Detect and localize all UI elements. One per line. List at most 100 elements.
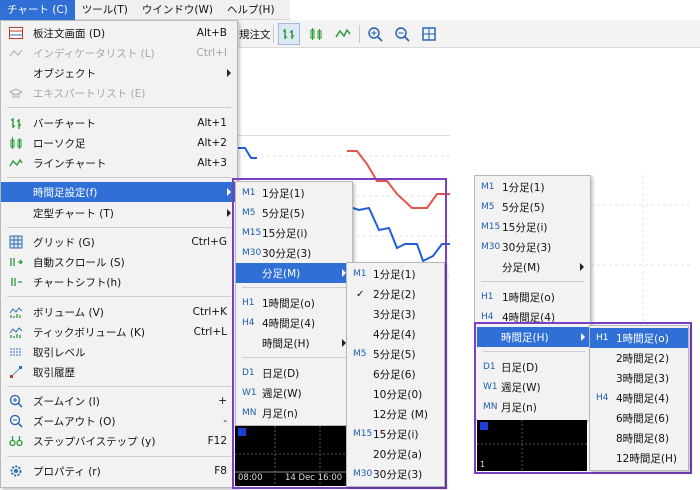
menu-item-label: ラインチャート <box>33 157 107 170</box>
candlestick-icon <box>310 28 322 40</box>
menu-chart[interactable]: チャート (C) <box>0 0 75 20</box>
menu-item-1min[interactable]: M1 1分足(1) <box>347 264 444 284</box>
menu-item-label: プロパティ (r) <box>33 465 101 478</box>
menu-item-label: 1分足(1) <box>262 187 305 200</box>
menu-item-d1[interactable]: D1 日足(D) <box>477 357 591 377</box>
menu-item-m1[interactable]: M1 1分足(1) <box>475 177 590 197</box>
line-chart-button[interactable] <box>332 23 354 45</box>
menu-item-tick-volume[interactable]: ティックボリューム (K) Ctrl+L <box>1 322 237 342</box>
menu-item-8hour[interactable]: 8時間足(8) <box>590 428 688 448</box>
menu-item-m30[interactable]: M30 30分足(3) <box>475 237 590 257</box>
menu-help[interactable]: ヘルプ(H) <box>220 0 282 20</box>
menu-item-timeframe-settings[interactable]: 時間足設定(f) <box>1 182 237 202</box>
menu-item-shortcut: F8 <box>214 465 227 477</box>
menu-item-w1[interactable]: W1 週足(W) <box>236 383 352 403</box>
menu-item-4hour[interactable]: H4 4時間足(4) <box>590 388 688 408</box>
menu-item-chart-shift[interactable]: チャートシフト(h) <box>1 272 237 292</box>
menu-item-order-book[interactable]: 板注文画面 (D) Alt+B <box>1 23 237 43</box>
menu-item-m1[interactable]: M1 1分足(1) <box>236 183 352 203</box>
menu-item-15min[interactable]: M15 15分足(i) <box>347 424 444 444</box>
menu-item-zoom-in[interactable]: ズームイン (I) + <box>1 391 237 411</box>
zoom-out-button[interactable] <box>391 23 413 45</box>
menu-item-indicator-list[interactable]: インディケータリスト (L) Ctrl+I <box>1 43 237 63</box>
menu-item-label: 2分足(2) <box>373 288 416 301</box>
menu-item-mn[interactable]: MN 月足(n) <box>236 403 352 423</box>
menu-item-mn[interactable]: MN 月足(n) <box>477 397 591 417</box>
menu-item-step-by-step[interactable]: ステップバイステップ (y) F12 <box>1 431 237 451</box>
menu-item-30min[interactable]: M30 30分足(3) <box>347 464 444 484</box>
menu-item-2hour[interactable]: 2時間足(2) <box>590 348 688 368</box>
zoom-out-icon <box>395 27 410 42</box>
candlestick-button[interactable] <box>305 23 327 45</box>
menu-item-m30[interactable]: M30 30分足(3) <box>236 243 352 263</box>
time-axis-label: 1 <box>480 460 486 469</box>
menu-item-bar-chart[interactable]: バーチャート Alt+1 <box>1 113 237 133</box>
menu-item-label: 分足(M) <box>262 267 301 280</box>
step-icon <box>8 434 24 448</box>
menu-item-label: 2時間足(2) <box>616 352 670 365</box>
menu-item-10min[interactable]: 10分足(0) <box>347 384 444 404</box>
menu-item-candlestick[interactable]: ローソク足 Alt+2 <box>1 133 237 153</box>
menu-item-label: ズームアウト (O) <box>33 415 116 428</box>
new-order-label[interactable]: 規注文 <box>239 27 271 42</box>
menu-item-d1[interactable]: D1 日足(D) <box>236 363 352 383</box>
menu-item-w1[interactable]: W1 週足(W) <box>477 377 591 397</box>
menu-item-zoom-out[interactable]: ズームアウト (O) - <box>1 411 237 431</box>
chart-shift-icon <box>8 275 24 289</box>
menu-item-expert-list[interactable]: エキスパートリスト (E) <box>1 83 237 103</box>
menu-item-shortcut: + <box>218 395 227 407</box>
menu-item-properties[interactable]: プロパティ (r) F8 <box>1 461 237 481</box>
menu-item-objects[interactable]: オブジェクト <box>1 63 237 83</box>
menu-item-3min[interactable]: 3分足(3) <box>347 304 444 324</box>
menu-item-hours[interactable]: 時間足(H) <box>477 327 591 347</box>
menu-item-6hour[interactable]: 6時間足(6) <box>590 408 688 428</box>
menu-item-label: 12時間足(H) <box>616 452 677 465</box>
menu-item-20min[interactable]: 20分足(a) <box>347 444 444 464</box>
menu-item-h4[interactable]: H4 4時間足(4) <box>236 313 352 333</box>
screen: チャート (C) ツール(T) ウインドウ(W) ヘルプ(H) 規注文 板注文画… <box>0 0 700 490</box>
menu-item-minutes[interactable]: 分足(M) <box>475 257 590 277</box>
bar-chart-icon <box>8 116 24 130</box>
menu-item-6min[interactable]: 6分足(6) <box>347 364 444 384</box>
menu-item-12hour[interactable]: 12時間足(H) <box>590 448 688 468</box>
menu-item-label: 10分足(0) <box>373 388 423 401</box>
bar-chart-button[interactable] <box>278 23 300 45</box>
menu-item-grid[interactable]: グリッド (G) Ctrl+G <box>1 232 237 252</box>
menu-item-hours[interactable]: 時間足(H) <box>236 333 352 353</box>
menu-item-5min[interactable]: M5 5分足(5) <box>347 344 444 364</box>
menu-item-template-chart[interactable]: 定型チャート (T) <box>1 203 237 223</box>
tile-windows-button[interactable] <box>418 23 440 45</box>
menu-item-label: 1分足(1) <box>373 268 416 281</box>
menu-item-trade-history[interactable]: 取引履歴 <box>1 362 237 382</box>
menu-item-m15[interactable]: M15 15分足(i) <box>475 217 590 237</box>
mini-chart-left: 08:00 14 Dec 16:00 <box>235 426 347 486</box>
menu-item-m5[interactable]: M5 5分足(5) <box>236 203 352 223</box>
menu-tools[interactable]: ツール(T) <box>75 0 135 20</box>
menu-item-minutes[interactable]: 分足(M) <box>236 263 352 283</box>
menu-item-1hour[interactable]: H1 1時間足(o) <box>590 328 688 348</box>
timeframe-code: D1 <box>242 368 255 378</box>
menu-item-trade-levels[interactable]: 取引レベル <box>1 342 237 362</box>
menu-item-line-chart[interactable]: ラインチャート Alt+3 <box>1 153 237 173</box>
menu-item-m15[interactable]: M15 15分足(i) <box>236 223 352 243</box>
zoom-in-button[interactable] <box>364 23 386 45</box>
toolbar-separator <box>273 25 274 43</box>
menu-item-label: 5分足(5) <box>262 207 305 220</box>
menu-item-m5[interactable]: M5 5分足(5) <box>475 197 590 217</box>
menu-item-label: オブジェクト <box>33 67 96 80</box>
submenu-arrow-icon <box>227 209 231 217</box>
menu-item-h1[interactable]: H1 1時間足(o) <box>475 287 590 307</box>
menu-item-auto-scroll[interactable]: 自動スクロール (S) <box>1 252 237 272</box>
menu-item-label: ズームイン (I) <box>33 395 100 408</box>
menu-window[interactable]: ウインドウ(W) <box>135 0 220 20</box>
menu-item-label: エキスパートリスト (E) <box>33 87 146 100</box>
menu-item-4min[interactable]: 4分足(4) <box>347 324 444 344</box>
line-chart-icon <box>8 156 24 170</box>
menu-item-volume[interactable]: ボリューム (V) Ctrl+K <box>1 302 237 322</box>
menu-item-label: 日足(D) <box>501 361 539 374</box>
menu-item-3hour[interactable]: 3時間足(3) <box>590 368 688 388</box>
menu-item-2min[interactable]: ✓ 2分足(2) <box>347 284 444 304</box>
menu-item-12min[interactable]: 12分足 (M) <box>347 404 444 424</box>
menu-item-h1[interactable]: H1 1時間足(o) <box>236 293 352 313</box>
timeframe-code: M1 <box>353 269 367 279</box>
